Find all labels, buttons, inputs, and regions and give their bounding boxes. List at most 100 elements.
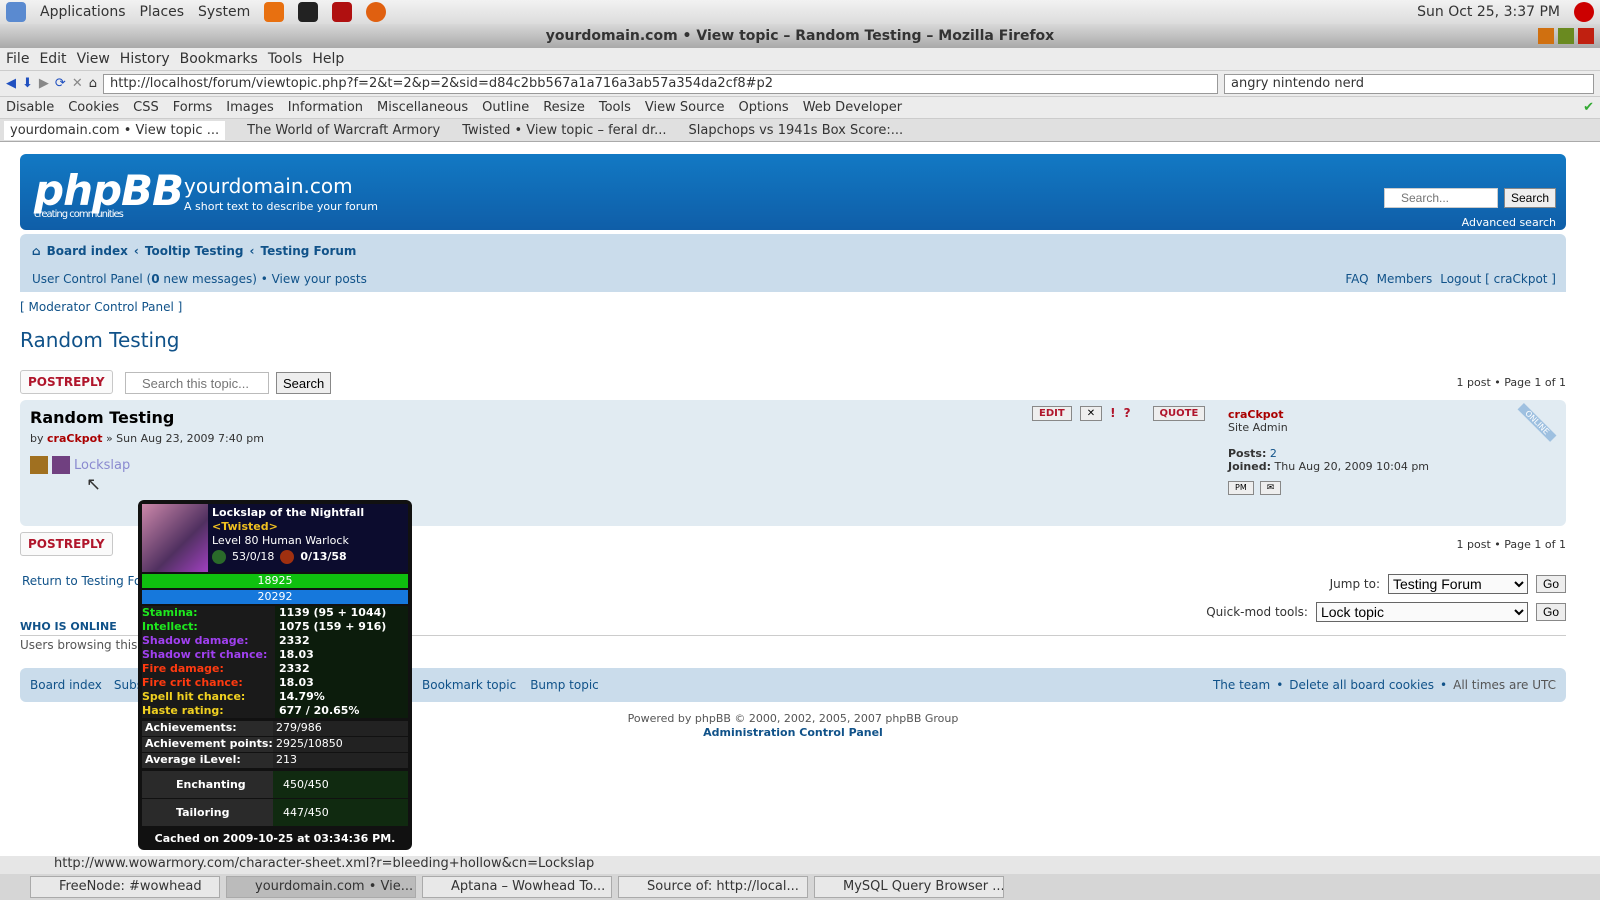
dev-view-source[interactable]: View Source — [645, 100, 725, 115]
jump-go-button[interactable]: Go — [1535, 575, 1566, 593]
jump-label: Jump to: — [1329, 577, 1380, 591]
view-posts-link[interactable]: View your posts — [272, 272, 367, 286]
mana-bar: 20292 — [142, 590, 408, 604]
menu-bookmarks[interactable]: Bookmarks — [180, 51, 258, 67]
delete-cookies-link[interactable]: Delete all board cookies — [1289, 678, 1434, 692]
report-icon[interactable]: ! — [1110, 406, 1115, 421]
forum-search-input[interactable] — [1383, 188, 1498, 208]
info-icon[interactable]: ? — [1124, 406, 1131, 421]
menu-view[interactable]: View — [77, 51, 110, 67]
dev-css[interactable]: CSS — [133, 100, 159, 115]
menu-file[interactable]: File — [6, 51, 29, 67]
clock[interactable]: Sun Oct 25, 3:37 PM — [1417, 4, 1560, 20]
menu-tools[interactable]: Tools — [268, 51, 303, 67]
home-icon[interactable]: ⌂ — [89, 76, 97, 91]
footer-board-index[interactable]: Board index — [30, 678, 102, 692]
dev-options[interactable]: Options — [739, 100, 789, 115]
bump-topic-link[interactable]: Bump topic — [530, 678, 599, 692]
menu-help[interactable]: Help — [312, 51, 344, 67]
minimize-icon[interactable] — [1538, 28, 1554, 44]
task-freenode[interactable]: FreeNode: #wowhead — [30, 876, 220, 898]
post-date: » Sun Aug 23, 2009 7:40 pm — [102, 432, 264, 445]
back-icon[interactable]: ◀ — [6, 76, 16, 91]
achievement-label: Average iLevel: — [142, 753, 273, 768]
tab-yourdomain[interactable]: yourdomain.com • View topic ... — [4, 120, 226, 140]
logout-link[interactable]: Logout [ craCkpot ] — [1440, 272, 1556, 286]
check-icon[interactable]: ✔ — [1583, 100, 1594, 115]
terminal-icon[interactable] — [298, 2, 319, 22]
tab-twisted[interactable]: Twisted • View topic – feral dr... — [462, 123, 666, 138]
mouse-cursor-icon: ↖ — [86, 474, 102, 495]
power-icon[interactable] — [1574, 2, 1594, 22]
applications-menu[interactable]: Applications — [40, 4, 126, 20]
search-topic-input[interactable] — [125, 372, 269, 394]
places-menu[interactable]: Places — [140, 4, 185, 20]
system-menu[interactable]: System — [198, 4, 250, 20]
close-icon[interactable] — [1578, 28, 1594, 44]
faq-link[interactable]: FAQ — [1345, 272, 1368, 286]
task-aptana[interactable]: Aptana – Wowhead To... — [422, 876, 612, 898]
task-firefox[interactable]: yourdomain.com • Vie... — [226, 876, 416, 898]
dev-information[interactable]: Information — [288, 100, 363, 115]
dev-images[interactable]: Images — [226, 100, 274, 115]
dev-resize[interactable]: Resize — [543, 100, 585, 115]
dev-forms[interactable]: Forms — [173, 100, 213, 115]
cached-text: Cached on 2009-10-25 at 03:34:36 PM. — [154, 832, 396, 845]
task-source[interactable]: Source of: http://local... — [618, 876, 808, 898]
dev-disable[interactable]: Disable — [6, 100, 54, 115]
breadcrumb-testing-forum[interactable]: Testing Forum — [260, 244, 356, 258]
forum-search-button[interactable]: Search — [1503, 188, 1556, 208]
menu-edit[interactable]: Edit — [39, 51, 66, 67]
dev-web-developer[interactable]: Web Developer — [803, 100, 902, 115]
history-dropdown-icon[interactable]: ⬇ — [22, 76, 33, 91]
breadcrumb-tooltip-testing[interactable]: Tooltip Testing — [145, 244, 244, 258]
profile-posts[interactable]: 2 — [1270, 447, 1277, 460]
menu-history[interactable]: History — [120, 51, 170, 67]
quote-button[interactable]: QUOTE — [1152, 406, 1206, 421]
launcher-icon[interactable] — [264, 2, 285, 22]
task-mysql[interactable]: MySQL Query Browser ... — [814, 876, 1004, 898]
posts-label: Posts: — [1228, 447, 1267, 460]
members-link[interactable]: Members — [1377, 272, 1433, 286]
advanced-search-link[interactable]: Advanced search — [1462, 216, 1556, 229]
profile-joined: Thu Aug 20, 2009 10:04 pm — [1274, 460, 1430, 473]
firefox-icon[interactable] — [366, 2, 387, 22]
delete-icon[interactable]: ✕ — [1079, 406, 1103, 421]
search-topic-button[interactable]: Search — [276, 372, 332, 394]
dev-cookies[interactable]: Cookies — [68, 100, 119, 115]
taskbar: FreeNode: #wowhead yourdomain.com • Vie.… — [0, 874, 1600, 900]
dev-outline[interactable]: Outline — [482, 100, 529, 115]
post-reply-button[interactable]: POSTREPLY — [20, 370, 113, 394]
ucp-link[interactable]: User Control Panel ( — [32, 272, 151, 286]
dev-tools[interactable]: Tools — [599, 100, 631, 115]
jump-select[interactable]: Testing Forum — [1387, 574, 1528, 594]
maximize-icon[interactable] — [1558, 28, 1574, 44]
character-link[interactable]: Lockslap — [74, 458, 130, 473]
new-messages-label[interactable]: new messages) — [160, 272, 256, 286]
profile-username[interactable]: craCkpot — [1228, 408, 1283, 421]
quickmod-go-button[interactable]: Go — [1535, 603, 1566, 621]
reload-icon[interactable]: ⟳ — [55, 76, 66, 91]
url-input[interactable]: http://localhost/forum/viewtopic.php?f=2… — [102, 73, 1218, 94]
tab-armory[interactable]: The World of Warcraft Armory — [247, 123, 440, 138]
breadcrumb-board-index[interactable]: Board index — [47, 244, 128, 258]
post-author[interactable]: craCkpot — [47, 432, 102, 445]
gnome-foot-icon[interactable] — [6, 2, 26, 22]
post-reply-button-bottom[interactable]: POSTREPLY — [20, 532, 113, 556]
email-icon[interactable]: ✉ — [1259, 481, 1282, 495]
moderator-control-panel-link[interactable]: [ Moderator Control Panel ] — [20, 300, 182, 314]
dev-miscellaneous[interactable]: Miscellaneous — [377, 100, 468, 115]
phpbb-logo[interactable]: phpBB creating communities — [34, 166, 184, 220]
quickmod-select[interactable]: Lock topic — [1315, 602, 1528, 622]
bookmark-topic-link[interactable]: Bookmark topic — [422, 678, 516, 692]
search-input[interactable]: angry nintendo nerd — [1224, 73, 1594, 94]
team-link[interactable]: The team — [1213, 678, 1270, 692]
tab-slapchops[interactable]: Slapchops vs 1941s Box Score:... — [689, 123, 904, 138]
achievement-row: Average iLevel: 213 — [142, 753, 408, 768]
edit-button[interactable]: EDIT — [1032, 406, 1072, 421]
stat-label: Intellect: — [142, 620, 198, 633]
stop-icon[interactable]: ✕ — [72, 76, 83, 91]
forward-icon[interactable]: ▶ — [39, 76, 49, 91]
pm-button[interactable]: PM — [1228, 481, 1254, 495]
filezilla-icon[interactable] — [332, 2, 353, 22]
